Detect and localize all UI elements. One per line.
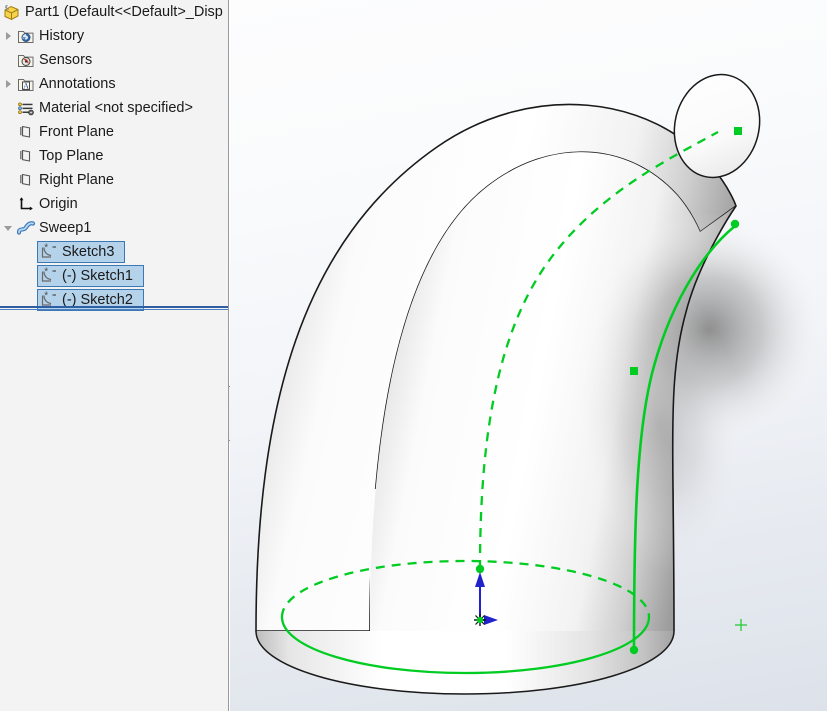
- sketch-icon: *: [39, 242, 59, 262]
- tree-item-annotations[interactable]: A Annotations: [0, 72, 228, 96]
- chevron-right-icon[interactable]: [2, 72, 16, 96]
- selection-highlight[interactable]: * (-) Sketch1: [37, 265, 144, 287]
- tree-item-label: Front Plane: [39, 124, 114, 140]
- tree-item-sensors[interactable]: Sensors: [0, 48, 228, 72]
- tree-item-label: Origin: [39, 196, 78, 212]
- graphics-area[interactable]: [230, 0, 827, 711]
- sketch-point-path-start[interactable]: [475, 564, 485, 574]
- triad-origin-marker: [474, 614, 486, 626]
- sensors-folder-icon: [16, 50, 36, 70]
- tree-item-label: Material <not specified>: [39, 100, 193, 116]
- tree-item-sketch3[interactable]: * Sketch3: [0, 240, 228, 264]
- selection-highlight[interactable]: * Sketch3: [37, 241, 126, 263]
- tree-item-label: Sensors: [39, 52, 93, 68]
- tree-item-sketch1[interactable]: * (-) Sketch1: [0, 264, 228, 288]
- history-folder-icon: [16, 26, 36, 46]
- crosshair-marker-icon: [735, 619, 747, 631]
- plane-icon: [16, 146, 36, 166]
- tree-item-front-plane[interactable]: Front Plane: [0, 120, 228, 144]
- tree-bottom-divider: [0, 306, 228, 308]
- tree-item-label: Sweep1: [39, 220, 92, 236]
- tree-item-part1[interactable]: Part1 (Default<<Default>_Disp: [0, 0, 228, 24]
- feature-tree-list: Part1 (Default<<Default>_Disp History Se…: [0, 0, 228, 312]
- svg-text:*: *: [44, 267, 48, 278]
- tree-item-label: Annotations: [39, 76, 116, 92]
- origin-icon: [16, 194, 36, 214]
- svg-text:A: A: [23, 81, 29, 90]
- tree-bottom-divider-2: [0, 309, 228, 310]
- tree-item-origin[interactable]: Origin: [0, 192, 228, 216]
- tree-item-material[interactable]: Material <not specified>: [0, 96, 228, 120]
- sketch-icon: *: [39, 266, 59, 286]
- swept-elbow-solid[interactable]: [255, 65, 827, 695]
- tree-item-label: Part1 (Default<<Default>_Disp: [25, 4, 223, 20]
- sketch-point-end-face-center[interactable]: [734, 127, 742, 135]
- plane-icon: [16, 170, 36, 190]
- tree-item-label: Top Plane: [39, 148, 104, 164]
- sweep-icon: [16, 218, 36, 238]
- part-icon: [2, 2, 22, 22]
- feature-manager-tree-panel[interactable]: Part1 (Default<<Default>_Disp History Se…: [0, 0, 229, 711]
- tree-item-label: Right Plane: [39, 172, 114, 188]
- sketch-point-guide-mid[interactable]: [630, 367, 638, 375]
- tree-item-top-plane[interactable]: Top Plane: [0, 144, 228, 168]
- chevron-down-icon[interactable]: [2, 216, 16, 240]
- tree-item-history[interactable]: History: [0, 24, 228, 48]
- tree-item-right-plane[interactable]: Right Plane: [0, 168, 228, 192]
- svg-text:*: *: [44, 243, 48, 254]
- tree-item-label: (-) Sketch1: [62, 268, 133, 284]
- tree-item-sweep1[interactable]: Sweep1: [0, 216, 228, 240]
- solidworks-window: Part1 (Default<<Default>_Disp History Se…: [0, 0, 827, 711]
- chevron-right-icon[interactable]: [2, 24, 16, 48]
- sketch-point-guide-bottom[interactable]: [629, 645, 639, 655]
- sketch-point-guide-top[interactable]: [730, 219, 740, 229]
- model-canvas[interactable]: [230, 0, 827, 711]
- annotations-folder-icon: A: [16, 74, 36, 94]
- tree-item-label: History: [39, 28, 85, 44]
- svg-text:*: *: [44, 291, 48, 302]
- tree-item-label: Sketch3: [62, 244, 115, 260]
- material-icon: [16, 98, 36, 118]
- plane-icon: [16, 122, 36, 142]
